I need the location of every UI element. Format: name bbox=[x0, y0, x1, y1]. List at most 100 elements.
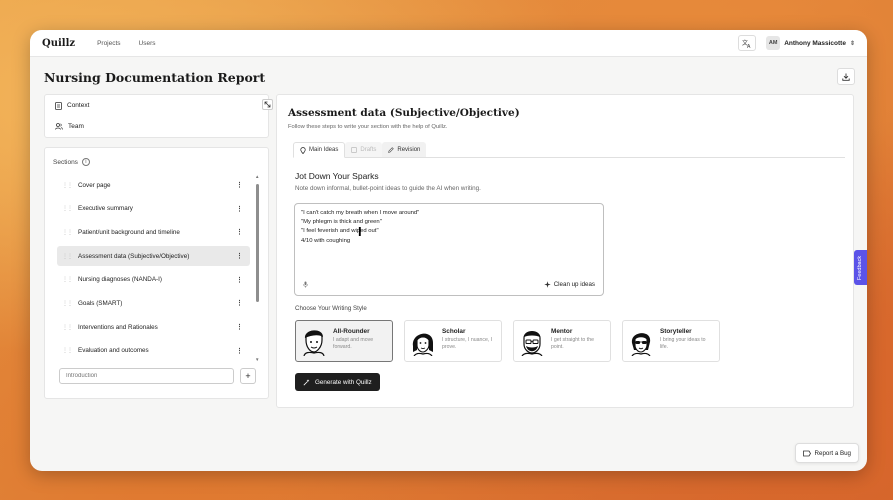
report-bug-label: Report a Bug bbox=[814, 449, 851, 457]
feedback-label: Feedback bbox=[857, 255, 864, 280]
app-logo[interactable]: Quillz bbox=[42, 38, 75, 49]
section-label: Goals (SMART) bbox=[78, 299, 123, 307]
drag-handle-icon[interactable]: ⋮⋮ bbox=[62, 205, 73, 212]
scroll-down-icon[interactable]: ▼ bbox=[255, 357, 259, 362]
scroll-thumb[interactable] bbox=[256, 184, 259, 302]
drag-handle-icon[interactable]: ⋮⋮ bbox=[62, 253, 73, 260]
drag-handle-icon[interactable]: ⋮⋮ bbox=[62, 182, 73, 189]
style-name: All-Rounder bbox=[333, 328, 370, 335]
add-section-button[interactable]: + bbox=[240, 368, 256, 384]
style-card-mentor[interactable]: Mentor I get straight to the point. bbox=[513, 320, 611, 362]
kebab-icon[interactable]: ⋮ bbox=[236, 205, 243, 213]
team-item[interactable]: Team bbox=[45, 116, 268, 137]
kebab-icon[interactable]: ⋮ bbox=[236, 252, 243, 260]
kebab-icon[interactable]: ⋮ bbox=[236, 347, 243, 355]
section-editor: Assessment data (Subjective/Objective) F… bbox=[276, 94, 854, 408]
section-item[interactable]: ⋮⋮ Cover page ⋮ bbox=[57, 175, 250, 195]
step-title: Jot Down Your Sparks bbox=[295, 171, 379, 181]
section-item[interactable]: ⋮⋮ Patient/unit background and timeline ⋮ bbox=[57, 222, 250, 242]
style-name: Scholar bbox=[442, 328, 466, 335]
user-menu[interactable]: AM Anthony Massicotte ⇕ bbox=[766, 36, 855, 50]
style-text: Mentor I get straight to the point. bbox=[551, 326, 605, 351]
kebab-icon[interactable]: ⋮ bbox=[236, 299, 243, 307]
avatar: AM bbox=[766, 36, 781, 50]
drag-handle-icon[interactable]: ⋮⋮ bbox=[62, 276, 73, 283]
team-label: Team bbox=[68, 123, 84, 130]
drafts-icon bbox=[351, 146, 358, 153]
download-button[interactable] bbox=[837, 68, 855, 85]
bug-icon bbox=[802, 450, 811, 457]
kebab-icon[interactable]: ⋮ bbox=[236, 228, 243, 236]
idea-line: 4/10 with coughing bbox=[301, 237, 351, 244]
section-label: Assessment data (Subjective/Objective) bbox=[78, 252, 190, 260]
download-icon bbox=[842, 73, 850, 81]
style-name: Storyteller bbox=[660, 328, 692, 335]
section-item[interactable]: ⋮⋮ Interventions and Rationales ⋮ bbox=[57, 317, 250, 337]
drag-handle-icon[interactable]: ⋮⋮ bbox=[62, 229, 73, 236]
svg-text:A: A bbox=[747, 44, 751, 48]
collapse-sidebar-button[interactable] bbox=[262, 99, 273, 110]
context-item[interactable]: Context bbox=[45, 95, 268, 116]
report-bug-button[interactable]: Report a Bug bbox=[794, 443, 859, 463]
translate-button[interactable]: 文A bbox=[738, 35, 757, 51]
tab-drafts[interactable]: Drafts bbox=[345, 142, 383, 157]
pencil-icon bbox=[388, 146, 395, 153]
sparkle-icon bbox=[544, 281, 551, 288]
section-label: Nursing diagnoses (NANDA-I) bbox=[78, 276, 162, 284]
app-window: Quillz Projects Users 文A AM Anthony Mass… bbox=[30, 30, 867, 471]
clean-up-ideas-button[interactable]: Clean up ideas bbox=[544, 281, 595, 288]
sections-scrollbar[interactable]: ▲ ▼ bbox=[255, 174, 260, 362]
scroll-up-icon[interactable]: ▲ bbox=[255, 174, 259, 179]
drag-handle-icon[interactable]: ⋮⋮ bbox=[62, 300, 73, 307]
page-title: Nursing Documentation Report bbox=[44, 70, 266, 85]
style-card-scholar[interactable]: Scholar I structure, I nuance, I prove. bbox=[404, 320, 502, 362]
section-item-active[interactable]: ⋮⋮ Assessment data (Subjective/Objective)… bbox=[57, 246, 250, 267]
nav-users[interactable]: Users bbox=[139, 40, 156, 47]
mic-icon[interactable] bbox=[303, 281, 308, 288]
idea-line: "I can't catch my breath when I move aro… bbox=[301, 210, 420, 216]
drag-handle-icon[interactable]: ⋮⋮ bbox=[62, 347, 73, 354]
sections-list: ⋮⋮ Cover page ⋮ ⋮⋮ Executive summary ⋮ ⋮⋮ Pat… bbox=[57, 175, 250, 365]
new-section-input[interactable] bbox=[59, 368, 234, 384]
style-description: I get straight to the point. bbox=[551, 337, 594, 350]
style-description: I bring your ideas to life. bbox=[660, 337, 706, 350]
team-icon bbox=[55, 123, 63, 130]
context-panel: Context Team bbox=[44, 94, 269, 138]
style-card-storyteller[interactable]: Storyteller I bring your ideas to life. bbox=[622, 320, 720, 362]
section-item[interactable]: ⋮⋮ Executive summary ⋮ bbox=[57, 199, 250, 219]
kebab-icon[interactable]: ⋮ bbox=[236, 323, 243, 331]
section-label: Executive summary bbox=[78, 205, 133, 213]
tab-main-ideas[interactable]: Main Ideas bbox=[293, 142, 346, 158]
nav-projects[interactable]: Projects bbox=[97, 40, 120, 47]
writing-style-label: Choose Your Writing Style bbox=[295, 305, 367, 312]
tab-revision[interactable]: Revision bbox=[382, 142, 427, 157]
wand-icon bbox=[303, 378, 310, 386]
feedback-tab[interactable]: Feedback bbox=[854, 250, 867, 285]
add-section-row: + bbox=[59, 368, 256, 384]
section-item[interactable]: ⋮⋮ Nursing diagnoses (NANDA-I) ⋮ bbox=[57, 270, 250, 290]
ideas-textarea[interactable]: "I can't catch my breath when I move aro… bbox=[294, 203, 604, 296]
sections-header: Sections i bbox=[45, 148, 268, 168]
kebab-icon[interactable]: ⋮ bbox=[236, 181, 243, 189]
section-item[interactable]: ⋮⋮ Evaluation and outcomes ⋮ bbox=[57, 341, 250, 361]
kebab-icon[interactable]: ⋮ bbox=[236, 276, 243, 284]
writing-style-options: All-Rounder I adapt and move forward. Sc… bbox=[295, 320, 720, 362]
mentor-avatar-icon bbox=[521, 331, 543, 356]
style-text: Scholar I structure, I nuance, I prove. bbox=[442, 326, 496, 351]
style-card-all-rounder[interactable]: All-Rounder I adapt and move forward. bbox=[295, 320, 393, 362]
generate-button[interactable]: Generate with Quillz bbox=[295, 373, 380, 391]
section-label: Interventions and Rationales bbox=[78, 323, 158, 331]
drag-handle-icon[interactable]: ⋮⋮ bbox=[62, 324, 73, 331]
user-name: Anthony Massicotte bbox=[784, 39, 846, 47]
section-item[interactable]: ⋮⋮ Goals (SMART) ⋮ bbox=[57, 293, 250, 313]
style-description: I adapt and move forward. bbox=[333, 337, 374, 350]
style-description: I structure, I nuance, I prove. bbox=[442, 337, 493, 350]
tab-label: Drafts bbox=[360, 146, 377, 153]
section-label: Evaluation and outcomes bbox=[78, 347, 149, 355]
chevron-updown-icon: ⇕ bbox=[849, 40, 855, 47]
style-name: Mentor bbox=[551, 328, 573, 335]
translate-icon: 文A bbox=[742, 39, 752, 48]
text-cursor-icon: I bbox=[358, 224, 362, 239]
top-bar: Quillz Projects Users 文A AM Anthony Mass… bbox=[30, 30, 867, 57]
info-icon[interactable]: i bbox=[81, 158, 90, 166]
